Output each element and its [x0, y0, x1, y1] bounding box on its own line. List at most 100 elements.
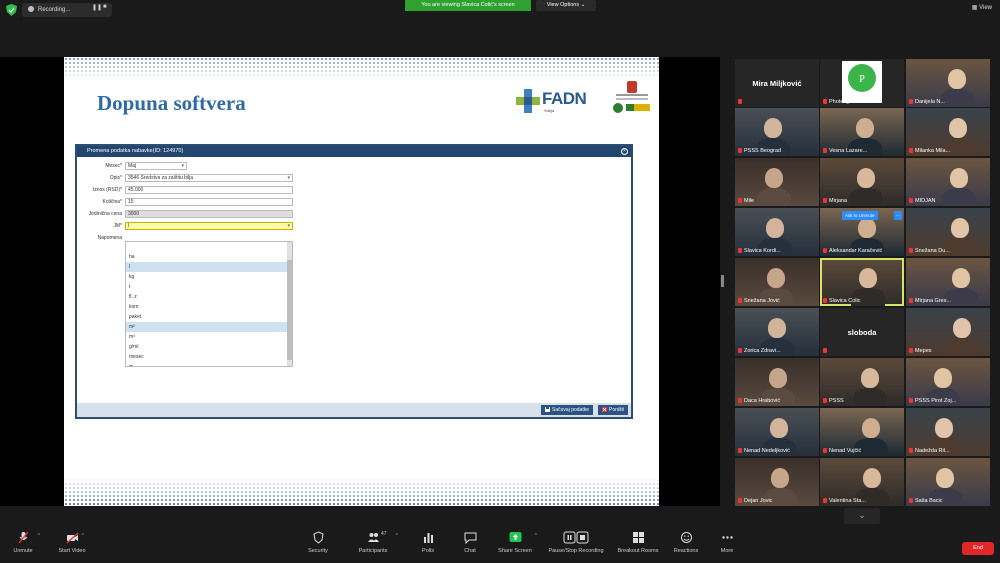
dropdown-option[interactable]: g/ml — [126, 342, 292, 352]
participant-tile[interactable]: Dejan Jovic — [735, 458, 819, 506]
participant-tile[interactable]: Saša Bacic — [906, 458, 990, 506]
participant-tile[interactable]: Nenad Vujčić — [820, 408, 904, 456]
participant-name-label: Daca Hrabović — [738, 398, 780, 404]
end-meeting-button[interactable]: End — [962, 542, 994, 555]
participant-tile[interactable]: Mile — [735, 158, 819, 206]
dropdown-option[interactable]: fl. z — [126, 292, 292, 302]
cancel-button[interactable]: Poništi — [597, 405, 628, 415]
participant-tile[interactable]: Snežana Jović — [735, 258, 819, 306]
close-icon[interactable]: × — [621, 148, 628, 155]
record-dot-icon — [28, 6, 34, 13]
panel-splitter[interactable] — [721, 275, 724, 287]
mic-muted-icon — [738, 198, 742, 203]
reactions-button[interactable]: Reactions — [672, 531, 700, 561]
participant-name-label: PSSS Beograd — [738, 148, 781, 154]
unit-select[interactable]: l ▾ — [125, 222, 293, 230]
breakout-rooms-icon — [632, 532, 644, 543]
unit-dropdown-list[interactable]: ha l kg t fl. z kom paket m² m³ g/ml mes… — [125, 241, 293, 367]
dropdown-option[interactable]: t — [126, 282, 292, 292]
dropdown-scrollbar[interactable] — [287, 242, 292, 366]
dropdown-option[interactable]: m³ — [126, 332, 292, 342]
participant-tile[interactable]: sloboda — [820, 308, 904, 356]
field-value: 3546 Sredstva za zaštitu bilja — [128, 175, 194, 181]
scrollbar-thumb[interactable] — [287, 260, 292, 360]
participant-name-label: Nadežda Ril... — [909, 448, 950, 454]
participant-body — [945, 338, 979, 356]
participant-tile[interactable]: Nenad Nedeljković — [735, 408, 819, 456]
gallery-next-page-button[interactable]: ⌄ — [844, 508, 880, 524]
tile-more-button[interactable]: ... — [894, 211, 902, 220]
dropdown-option[interactable]: m — [126, 362, 292, 366]
chevron-up-icon[interactable]: ^ — [38, 533, 40, 539]
dropdown-option[interactable]: ha — [126, 252, 292, 262]
participant-tile[interactable]: PSSS — [820, 358, 904, 406]
participant-tile[interactable]: Aleksandar Karačević Ask to Unmute... — [820, 208, 904, 256]
chevron-up-icon[interactable]: ^ — [396, 533, 398, 539]
start-video-button[interactable]: Start Video ^ — [56, 531, 88, 561]
share-screen-button[interactable]: Share Screen ^ — [497, 531, 537, 561]
participant-face — [768, 318, 786, 338]
view-options-button[interactable]: View Options ⌄ — [536, 0, 596, 11]
breakout-rooms-button[interactable]: Breakout Rooms — [616, 531, 660, 561]
mic-muted-icon — [823, 348, 827, 353]
participant-tile[interactable]: Nadežda Ril... — [906, 408, 990, 456]
pause-icon[interactable]: ❚❚ — [92, 4, 102, 11]
shield-icon[interactable] — [6, 4, 17, 16]
participant-name: Snežana Jović — [744, 298, 780, 304]
participant-name: Nadežda Ril... — [915, 448, 950, 454]
amount-input[interactable]: 45.000 — [125, 186, 293, 194]
security-button[interactable]: Security — [304, 531, 332, 561]
participant-tile[interactable]: Daca Hrabović — [735, 358, 819, 406]
dropdown-option[interactable]: paket — [126, 312, 292, 322]
description-select[interactable]: 3546 Sredstva za zaštitu bilja ▾ — [125, 174, 293, 182]
participants-button[interactable]: 47 Participants ^ — [356, 531, 398, 561]
chat-button[interactable]: Chat — [460, 531, 480, 561]
pause-stop-recording-button[interactable]: Pause/Stop Recording — [545, 531, 607, 561]
participant-tile[interactable]: Vesna Lazare... — [820, 108, 904, 156]
participant-tile[interactable]: Mira Miljković — [735, 59, 819, 107]
save-data-button[interactable]: Sačuvaj podatke — [541, 405, 593, 415]
participant-face — [770, 418, 788, 438]
polls-button[interactable]: Polls — [418, 531, 438, 561]
participant-tile[interactable]: Valentina Sta... — [820, 458, 904, 506]
quantity-input[interactable]: 15 — [125, 198, 293, 206]
participant-face — [769, 368, 787, 388]
stop-icon[interactable]: ■ — [103, 4, 111, 10]
participant-tile[interactable]: MIDJAN — [906, 158, 990, 206]
dropdown-option[interactable]: kg — [126, 272, 292, 282]
mic-muted-icon — [823, 248, 827, 253]
dropdown-option-selected[interactable]: l — [126, 262, 292, 272]
participant-tile[interactable]: Slavica Kordi... — [735, 208, 819, 256]
participant-name-label: Aleksandar Karačević — [823, 248, 882, 254]
polls-icon — [423, 533, 433, 543]
meeting-toolbar: Unmute ^ Start Video ^ Security 47 Parti… — [0, 528, 1000, 563]
field-label: JM* — [113, 223, 122, 229]
participant-tile[interactable]: Danijela N... — [906, 59, 990, 107]
participant-tile[interactable]: Mepes — [906, 308, 990, 356]
mic-off-icon — [17, 531, 29, 544]
participant-tile[interactable]: Mirjana Gres... — [906, 258, 990, 306]
chevron-up-icon[interactable]: ^ — [535, 533, 537, 539]
participant-tile[interactable]: Snežana Du... — [906, 208, 990, 256]
participant-tile[interactable]: PSSS Beograd — [735, 108, 819, 156]
chevron-up-icon[interactable]: ^ — [82, 533, 84, 539]
participant-tile[interactable]: Slavica Colic — [820, 258, 904, 306]
participant-tile[interactable]: Zorica Zdravi... — [735, 308, 819, 356]
participant-face — [766, 218, 784, 238]
month-select[interactable]: Maj ▾ — [125, 162, 187, 170]
participant-tile[interactable]: Mirjana — [820, 158, 904, 206]
dropdown-option[interactable]: kom — [126, 302, 292, 312]
participant-face — [950, 168, 968, 188]
participant-tile[interactable]: PSSS Pirot Zoj... — [906, 358, 990, 406]
ask-to-unmute-button[interactable]: Ask to Unmute — [842, 211, 878, 220]
mic-muted-icon — [909, 248, 913, 253]
participant-tile[interactable]: P Photesgroun — [820, 59, 904, 107]
dropdown-option[interactable] — [126, 242, 292, 252]
participant-tile[interactable]: Milanka Mila... — [906, 108, 990, 156]
unmute-button[interactable]: Unmute ^ — [8, 531, 40, 561]
dropdown-option[interactable]: mesec — [126, 352, 292, 362]
more-button[interactable]: More — [716, 531, 738, 561]
view-button[interactable]: ▦ View — [972, 4, 992, 11]
dropdown-option[interactable]: m² — [126, 322, 292, 332]
participant-name: Saša Bacic — [915, 498, 943, 504]
